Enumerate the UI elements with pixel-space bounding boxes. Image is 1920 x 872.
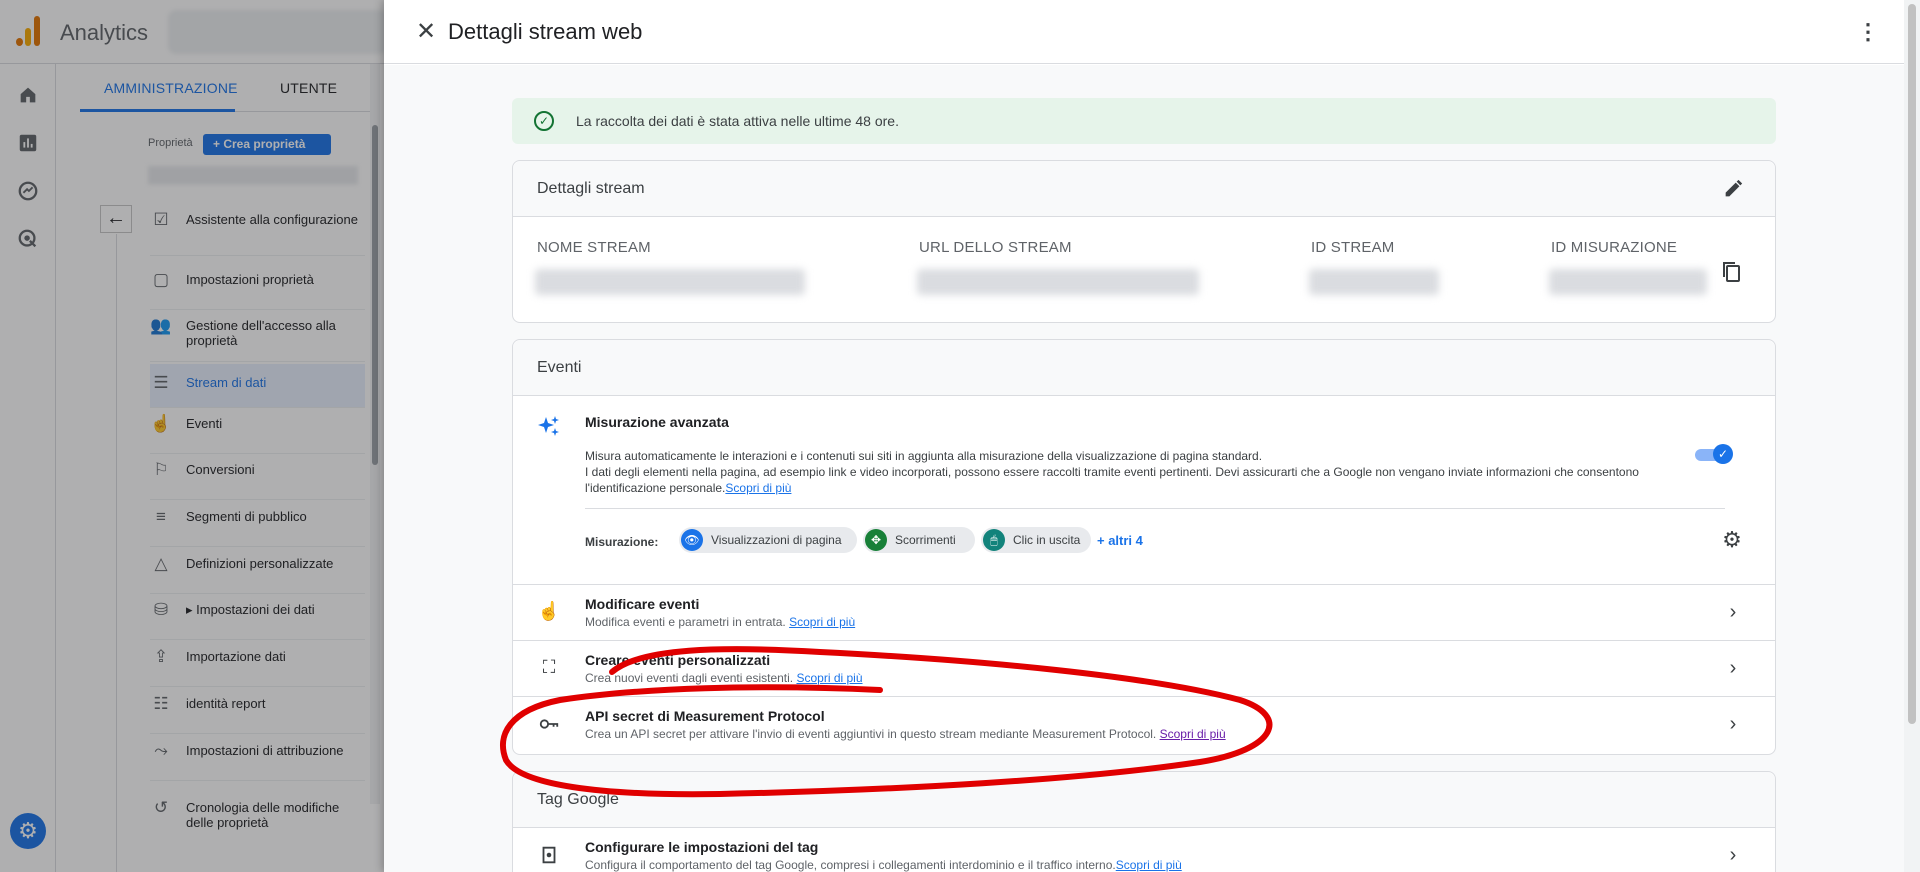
check-circle-icon: ✓ — [534, 111, 554, 131]
edit-pencil-icon[interactable] — [1721, 178, 1745, 202]
stream-name-label: NOME STREAM — [537, 239, 651, 256]
row-measurement-protocol-api-secret[interactable]: API secret di Measurement Protocol Crea … — [513, 696, 1775, 752]
page-scrollbar-thumb[interactable] — [1908, 4, 1916, 724]
chip-outbound-clicks: 🖱 Clic in uscita — [981, 527, 1091, 553]
row-configure-tag-settings[interactable]: Configurare le impostazioni del tag Conf… — [513, 828, 1775, 872]
measurement-id-value — [1549, 269, 1707, 295]
chip-page-views: 👁 Visualizzazioni di pagina — [679, 527, 857, 553]
chevron-right-icon[interactable]: › — [1721, 844, 1745, 868]
google-tag-card: Tag Google Configurare le impostazioni d… — [512, 771, 1776, 872]
enhanced-measurement-description: Misura automaticamente le interazioni e … — [585, 449, 1639, 495]
stream-id-label: ID STREAM — [1311, 239, 1395, 256]
cursor-click-icon: ⛶ — [542, 657, 556, 677]
stream-name-value — [535, 269, 805, 295]
enhanced-measurement-title: Misurazione avanzata — [585, 414, 729, 430]
chevron-right-icon[interactable]: › — [1721, 601, 1745, 625]
scroll-icon: ✥ — [865, 529, 887, 551]
touch-icon: ☝ — [537, 601, 561, 621]
close-icon[interactable]: ✕ — [412, 18, 440, 46]
learn-more-link[interactable]: Scopri di più — [1116, 858, 1182, 872]
stream-details-card: Dettagli stream NOME STREAM URL DELLO ST… — [512, 160, 1776, 323]
chevron-right-icon[interactable]: › — [1721, 713, 1745, 737]
drawer-scrim[interactable] — [0, 0, 384, 872]
stream-url-label: URL DELLO STREAM — [919, 239, 1072, 256]
enhanced-measurement-section: Misurazione avanzata Misura automaticame… — [513, 396, 1775, 584]
row-modify-events[interactable]: ☝ Modificare eventi Modifica eventi e pa… — [513, 584, 1775, 640]
more-measurements-link[interactable]: + altri 4 — [1097, 533, 1143, 548]
events-title: Eventi — [537, 359, 582, 376]
enhanced-measurement-toggle[interactable]: ✓ — [1693, 444, 1733, 464]
mouse-icon: 🖱 — [983, 529, 1005, 551]
stream-details-drawer: ✕ Dettagli stream web ⋮ ✓ La raccolta de… — [384, 0, 1904, 872]
learn-more-link[interactable]: Scopri di più — [789, 615, 855, 629]
measurement-label: Misurazione: — [585, 535, 659, 549]
key-icon — [537, 713, 561, 737]
stream-details-header: Dettagli stream — [513, 161, 1775, 217]
copy-icon[interactable] — [1719, 260, 1747, 288]
google-tag-header: Tag Google — [513, 772, 1775, 828]
check-icon: ✓ — [1713, 444, 1733, 464]
status-banner: ✓ La raccolta dei dati è stata attiva ne… — [512, 98, 1776, 144]
google-tag-title: Tag Google — [537, 791, 619, 808]
drawer-body: ✓ La raccolta dei dati è stata attiva ne… — [384, 65, 1904, 872]
tag-icon — [537, 844, 561, 868]
status-banner-text: La raccolta dei dati è stata attiva nell… — [576, 113, 899, 129]
stream-url-value — [917, 269, 1199, 295]
stream-details-title: Dettagli stream — [537, 180, 645, 197]
events-card: Eventi Misurazione avanzata Misura autom… — [512, 339, 1776, 755]
drawer-title: Dettagli stream web — [448, 19, 643, 44]
sparkle-icon — [537, 414, 563, 440]
learn-more-link[interactable]: Scopri di più — [1160, 727, 1226, 741]
more-vert-icon[interactable]: ⋮ — [1854, 18, 1882, 46]
events-header: Eventi — [513, 340, 1775, 396]
divider — [585, 508, 1725, 509]
settings-gear-icon[interactable]: ⚙ — [1719, 527, 1745, 553]
chevron-right-icon[interactable]: › — [1721, 657, 1745, 681]
stream-id-value — [1309, 269, 1439, 295]
eye-icon: 👁 — [681, 529, 703, 551]
row-create-custom-events[interactable]: ⛶ Creare eventi personalizzati Crea nuov… — [513, 640, 1775, 696]
drawer-header: ✕ Dettagli stream web ⋮ — [384, 0, 1904, 64]
learn-more-link[interactable]: Scopri di più — [725, 481, 791, 495]
measurement-id-label: ID MISURAZIONE — [1551, 239, 1678, 256]
learn-more-link[interactable]: Scopri di più — [796, 671, 862, 685]
chip-scrolls: ✥ Scorrimenti — [863, 527, 975, 553]
